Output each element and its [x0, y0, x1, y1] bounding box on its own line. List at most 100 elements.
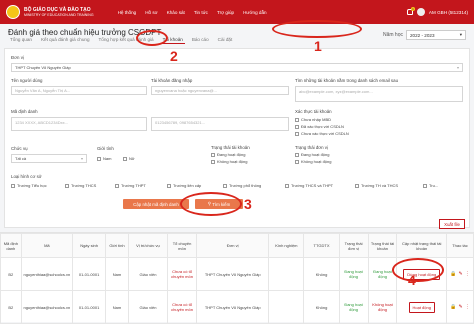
acct-status-inactive[interactable]: Không hoạt động: [211, 159, 247, 164]
user-label[interactable]: AM GBH (5t12314): [429, 10, 468, 15]
verify-option-2[interactable]: Đã xác thực với CSDLN: [295, 124, 344, 129]
checkbox: [211, 159, 215, 164]
unit-value: THPT Chuyên Võ Nguyên Giáp: [15, 65, 71, 70]
header-right: 1 AM GBH (5t12314): [406, 7, 468, 16]
checkbox: [295, 117, 299, 122]
export-button[interactable]: Xuất file: [439, 219, 465, 229]
bell-icon[interactable]: 1: [406, 7, 415, 15]
year-label: Năm học: [382, 32, 403, 38]
logo-line2: MINISTRY OF EDUCATION AND TRAINING: [24, 12, 94, 17]
cell-actions: 🔒 ✎ ⋮: [446, 290, 474, 324]
cell-code: nguyenthiaa@schoolcs.vn: [20, 257, 74, 291]
cell-exp: [268, 290, 305, 324]
account-input[interactable]: nguyenvana hoặc nguyenvana@...: [151, 86, 289, 95]
activate-button[interactable]: Hoạt động: [408, 301, 435, 313]
school-type-3[interactable]: Trường THPT: [115, 183, 146, 188]
table-row: B2 nguyenthiaa@schoolcs.vn 01-01-0001 Na…: [0, 290, 474, 324]
cell-actions: 🔒 ✎ ⋮: [446, 257, 474, 291]
school-type-5[interactable]: Trường phổ thông: [223, 183, 261, 188]
verify-option-1[interactable]: Chưa nhập MBD: [295, 117, 331, 122]
cell-role: Giáo viên: [127, 290, 169, 324]
checkbox: [223, 183, 227, 188]
cell-code: nguyenthiaa@schoolcs.vn: [20, 290, 74, 324]
unit-status-inactive[interactable]: Không hoạt động: [295, 159, 331, 164]
edit-icon[interactable]: ✎: [459, 304, 463, 310]
position-label: Chức vụ: [11, 146, 28, 151]
cell-group: Chưa có tổ chuyên môn: [167, 257, 198, 291]
top-header: BỘ GIÁO DỤC VÀ ĐÀO TẠO MINISTRY OF EDUCA…: [0, 0, 474, 24]
nav-news[interactable]: Tin tức: [194, 10, 208, 15]
school-type-1[interactable]: Trường Tiểu học: [11, 183, 47, 188]
year-select[interactable]: 2022 - 2023 ▾: [406, 30, 466, 40]
col-code: Mã: [20, 233, 74, 258]
chevron-down-icon: ▾: [459, 32, 462, 37]
cell-ttgdtx: Không: [303, 290, 340, 324]
gender-female[interactable]: Nữ: [123, 156, 135, 161]
lock-icon[interactable]: 🔒: [450, 271, 456, 277]
col-acct-status: Trạng thái tài khoản: [367, 233, 398, 258]
col-update-status: Cập nhật trạng thái tài khoản: [396, 233, 448, 258]
cell-ident: B2: [0, 257, 22, 291]
nav-help[interactable]: Trợ giúp: [217, 10, 234, 15]
unit-status-active[interactable]: Đang hoạt động: [295, 152, 329, 157]
lock-icon[interactable]: 🔒: [450, 304, 456, 310]
checkbox: [285, 183, 289, 188]
col-role: Vị trí/chức vụ: [127, 233, 169, 258]
checkbox: [97, 156, 101, 161]
school-type-4[interactable]: Trường liên cấp: [167, 183, 201, 188]
annotation-number-2: 2: [170, 48, 178, 64]
chevron-down-icon: ▾: [80, 156, 83, 161]
annotation-number-3: 3: [244, 196, 252, 212]
nav-system[interactable]: Hệ thống: [118, 10, 137, 15]
annotation-number-1: 1: [314, 38, 322, 54]
email-label: Tìm những tài khoản nằm trong danh sách …: [295, 78, 399, 83]
col-actions: Thao tác: [446, 233, 474, 258]
nav-profile[interactable]: Hồ sơ: [145, 10, 157, 15]
nav-guide[interactable]: Hướng dẫn: [243, 10, 266, 15]
annotation-circle-deactivate: [392, 258, 444, 282]
verify-label: Xác thực tài khoản: [295, 109, 332, 114]
ident-input[interactable]: 1234 XXXX, ABCD1234Dxx...: [11, 117, 147, 131]
checkbox: [295, 152, 299, 157]
table-header-row: Mã định danh Mã Ngày sinh Giới tính Vị t…: [0, 233, 474, 258]
logo-text: BỘ GIÁO DỤC VÀ ĐÀO TẠO MINISTRY OF EDUCA…: [24, 7, 94, 17]
school-type-2[interactable]: Trường THCS: [65, 183, 96, 188]
school-type-8[interactable]: Tru...: [423, 183, 438, 188]
unit-select[interactable]: THPT Chuyên Võ Nguyên Giáp ▾: [11, 63, 463, 72]
tab-report[interactable]: Báo cáo: [190, 36, 211, 44]
tab-bar: Tổng quan Kết quả đánh giá chung Tổng hợ…: [8, 36, 234, 44]
cell-ttgdtx: Không: [303, 257, 340, 291]
name-label: Tên người dùng: [11, 78, 43, 83]
edit-icon[interactable]: ✎: [459, 271, 463, 277]
annotation-number-4: 4: [408, 272, 416, 288]
acct-status-active[interactable]: Đang hoạt động: [211, 152, 245, 157]
checkbox: [11, 183, 15, 188]
email-list-input[interactable]: abc@example.com, xyz@example.com...: [295, 86, 463, 102]
acct-status-label: Trạng thái tài khoản: [211, 145, 250, 150]
more-icon[interactable]: ⋮: [465, 304, 470, 310]
school-type-6[interactable]: Trường THCS và THPT: [285, 183, 333, 188]
more-icon[interactable]: ⋮: [465, 271, 470, 277]
phone-input[interactable]: 0123456789, 0987654321...: [151, 117, 289, 131]
cell-gender: Nam: [105, 290, 129, 324]
year-value: 2022 - 2023: [410, 32, 435, 38]
cell-ident: B2: [0, 290, 22, 324]
checkbox: [295, 131, 299, 136]
annotation-circle-year: [272, 20, 362, 38]
nav-survey[interactable]: Khảo sát: [167, 10, 185, 15]
account-label: Tài khoản đăng nhập: [151, 78, 193, 83]
annotation-circle-search: [180, 192, 242, 216]
gender-male[interactable]: Nam: [97, 156, 111, 161]
position-select[interactable]: Tất cả ▾: [11, 154, 87, 163]
tab-overview[interactable]: Tổng quan: [8, 36, 34, 44]
name-input[interactable]: Nguyễn Văn A, Nguyễn Thị A...: [11, 86, 147, 95]
tab-results[interactable]: Kết quả đánh giá chung: [39, 36, 92, 44]
col-group: Tổ chuyên môn: [167, 233, 198, 258]
school-type-7[interactable]: Trường TH và THCS: [355, 183, 398, 188]
avatar[interactable]: [416, 8, 425, 16]
checkbox: [167, 183, 171, 188]
verify-option-3[interactable]: Chưa xác thực với CSDLN: [295, 131, 349, 136]
tab-settings[interactable]: Cài đặt: [216, 36, 235, 44]
gender-label: Giới tính: [97, 146, 114, 151]
checkbox: [295, 159, 299, 164]
